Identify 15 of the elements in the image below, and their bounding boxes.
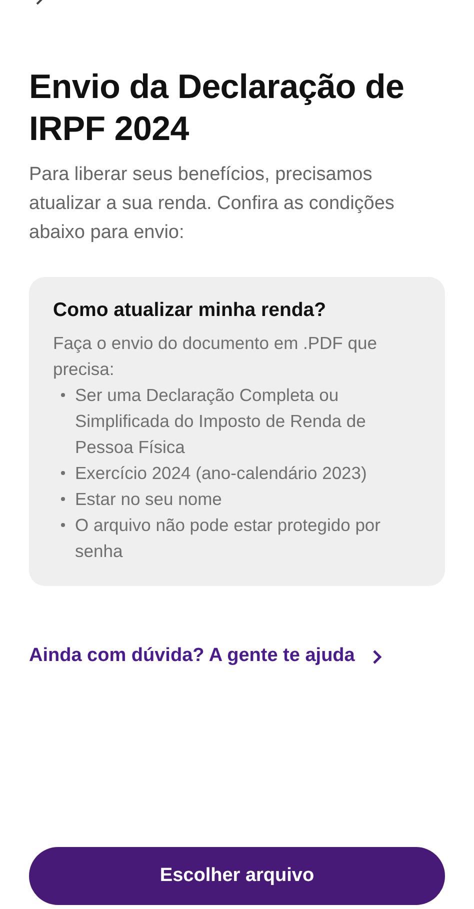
bullet-icon: [61, 393, 65, 398]
bullet-icon: [61, 471, 65, 476]
card-text: Faça o envio do documento em .PDF que precisa:: [53, 332, 378, 382]
requirement-text: Ser uma Declaração Completa ou Simplificada do Imposto de Renda de Pessoa Física: [75, 385, 366, 458]
help-link[interactable]: Ainda com dúvida? A gente te ajuda: [29, 642, 383, 671]
bullet-icon: [61, 523, 65, 528]
choose-file-button[interactable]: Escolher arquivo: [29, 847, 445, 905]
intro-text: Para liberar seus benefícios, precisamos atualizar a sua renda. Confira as condições abaixo para envio:: [29, 163, 396, 245]
chevron-right-icon: [370, 650, 383, 664]
bullet-icon: [61, 497, 65, 502]
requirement-text: Exercício 2024 (ano-calendário 2023): [75, 463, 367, 484]
requirement-text: Estar no seu nome: [75, 489, 222, 510]
requirement-text: O arquivo não pode estar protegido por senha: [75, 515, 380, 562]
card-title: Como atualizar minha renda?: [53, 299, 328, 322]
page-title: Envio da Declaração de IRPF 2024: [29, 67, 406, 150]
